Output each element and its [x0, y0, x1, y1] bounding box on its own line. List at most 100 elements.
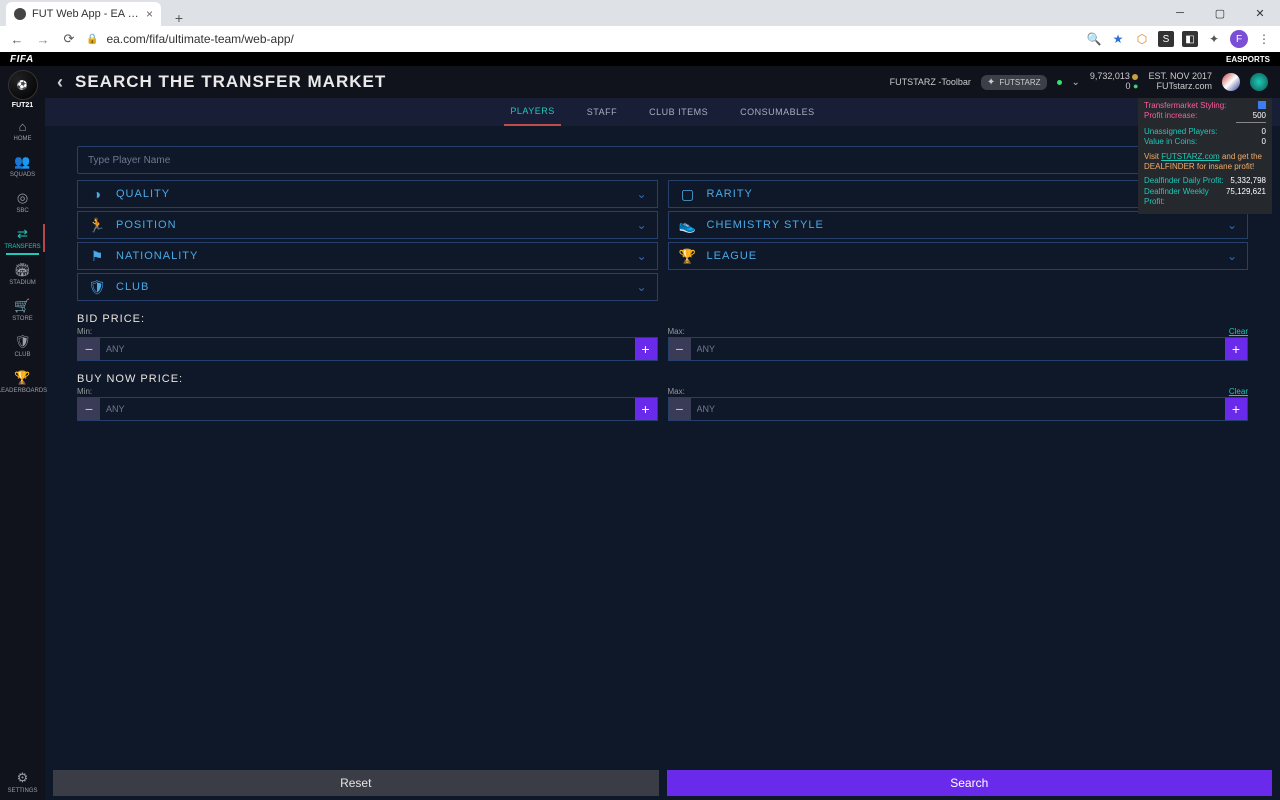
home-icon: ⌂ [19, 119, 27, 134]
stadium-icon: 🏟 [14, 262, 31, 278]
est-block: EST. NOV 2017 FUTstarz.com [1148, 72, 1212, 92]
decrement-button[interactable]: − [669, 398, 691, 420]
decrement-button[interactable]: − [78, 338, 100, 360]
toolbar-label: FUTSTARZ -Toolbar [890, 77, 971, 87]
quality-icon: ◑ [88, 186, 106, 202]
profit-increase-value: 500 [1236, 111, 1266, 122]
back-button[interactable]: ‹ [57, 72, 63, 93]
menu-icon[interactable]: ⋮ [1256, 31, 1272, 47]
address-bar: ← → ⟳ 🔒 ea.com/fifa/ultimate-team/web-ap… [0, 26, 1280, 52]
search-icon[interactable]: 🔍 [1086, 31, 1102, 47]
search-button[interactable]: Search [667, 770, 1273, 796]
sidebar-item-transfers[interactable]: ⇄TRANSFERS [0, 220, 45, 256]
forward-icon[interactable]: → [34, 32, 52, 47]
fut-token-icon[interactable] [1250, 73, 1268, 91]
sidebar-item-club[interactable]: 🛡CLUB [0, 328, 45, 364]
tab-players[interactable]: PLAYERS [504, 98, 560, 126]
styling-checkbox[interactable] [1258, 101, 1266, 109]
decrement-button[interactable]: − [669, 338, 691, 360]
chevron-down-icon: ⌄ [1227, 218, 1237, 232]
buynow-max-row: − + [668, 397, 1249, 421]
clear-buynow-link[interactable]: Clear [1229, 387, 1248, 396]
bid-min-input[interactable] [100, 338, 635, 360]
currency-block: 9,732,013 0 ● [1090, 72, 1139, 92]
app: ⚽ FUT21 ⌂HOME 👥SQUADS ◎SBC ⇄TRANSFERS 🏟S… [0, 66, 1280, 800]
club-icon: 🛡 [88, 279, 106, 296]
sidebar-item-store[interactable]: 🛒STORE [0, 292, 45, 328]
nationality-icon: ⚑ [88, 248, 106, 265]
chevron-down-icon: ⌄ [636, 280, 646, 294]
maximize-button[interactable]: ▢ [1200, 0, 1240, 26]
extension-icon[interactable]: ◧ [1182, 31, 1198, 47]
futstarz-badge[interactable]: ✦ FUTSTARZ [981, 75, 1047, 90]
filter-chemistry[interactable]: 👟CHEMISTRY STYLE⌄ [668, 211, 1249, 239]
sidebar-item-home[interactable]: ⌂HOME [0, 113, 45, 148]
store-icon: 🛒 [14, 298, 30, 314]
increment-button[interactable]: + [1225, 338, 1247, 360]
tab-club-items[interactable]: CLUB ITEMS [643, 98, 714, 126]
sidebar: ⚽ FUT21 ⌂HOME 👥SQUADS ◎SBC ⇄TRANSFERS 🏟S… [0, 66, 45, 800]
filter-position[interactable]: 🏃POSITION⌄ [77, 211, 658, 239]
buynow-price-block: BUY NOW PRICE: Min: − + Max:Clear − [77, 373, 1248, 421]
sidebar-item-sbc[interactable]: ◎SBC [0, 184, 45, 220]
filter-club[interactable]: 🛡CLUB⌄ [77, 273, 658, 301]
buynow-min-input[interactable] [100, 398, 635, 420]
window-controls: ─ ▢ ✕ [1160, 0, 1280, 26]
extension-icon[interactable]: ⬡ [1134, 31, 1150, 47]
sidebar-item-squads[interactable]: 👥SQUADS [0, 148, 45, 184]
player-name-input[interactable] [78, 155, 1210, 166]
bookmark-icon[interactable]: ★ [1110, 31, 1126, 47]
squads-icon: 👥 [14, 154, 30, 170]
bid-price-label: BID PRICE: [77, 313, 1248, 325]
futstarz-link[interactable]: FUTSTARZ.com [1161, 152, 1220, 161]
filter-col-left: ◑QUALITY⌄ 🏃POSITION⌄ ⚑NATIONALITY⌄ 🛡CLUB… [77, 180, 658, 301]
minimize-button[interactable]: ─ [1160, 0, 1200, 26]
position-icon: 🏃 [88, 217, 106, 234]
increment-button[interactable]: + [1225, 398, 1247, 420]
increment-button[interactable]: + [635, 338, 657, 360]
chevron-down-icon: ⌄ [636, 218, 646, 232]
extension-icon[interactable]: S [1158, 31, 1174, 47]
back-icon[interactable]: ← [8, 32, 26, 47]
close-button[interactable]: ✕ [1240, 0, 1280, 26]
chevron-down-icon[interactable]: ⌄ [1072, 77, 1080, 88]
daily-profit-label: Dealfinder Daily Profit: [1144, 176, 1224, 186]
filter-league[interactable]: 🏆LEAGUE⌄ [668, 242, 1249, 270]
tab-bar: FUT Web App - EA SPORTS Offic… × + ─ ▢ ✕ [0, 0, 1280, 26]
tabs: PLAYERS STAFF CLUB ITEMS CONSUMABLES [45, 98, 1280, 126]
search-area: 🔍 ◑QUALITY⌄ 🏃POSITION⌄ ⚑NATIONALITY⌄ 🛡CL… [45, 126, 1280, 800]
buynow-price-label: BUY NOW PRICE: [77, 373, 1248, 385]
sidebar-item-settings[interactable]: ⚙SETTINGS [0, 764, 45, 800]
extensions-icon[interactable]: ✦ [1206, 31, 1222, 47]
decrement-button[interactable]: − [78, 398, 100, 420]
browser-tab[interactable]: FUT Web App - EA SPORTS Offic… × [6, 2, 161, 26]
gear-icon: ⚙ [17, 770, 29, 786]
content: ‹ SEARCH THE TRANSFER MARKET FUTSTARZ -T… [45, 66, 1280, 800]
tab-consumables[interactable]: CONSUMABLES [734, 98, 821, 126]
url-text[interactable]: ea.com/fifa/ultimate-team/web-app/ [106, 32, 1078, 46]
coin-icon [1132, 74, 1138, 80]
max-label: Max: [668, 387, 685, 396]
reset-button[interactable]: Reset [53, 770, 659, 796]
fifa-top-bar: FIFA EASPORTS [0, 52, 1280, 66]
profile-avatar[interactable]: F [1230, 30, 1248, 48]
bid-max-input[interactable] [691, 338, 1226, 360]
filter-columns: ◑QUALITY⌄ 🏃POSITION⌄ ⚑NATIONALITY⌄ 🛡CLUB… [77, 180, 1248, 301]
filter-nationality[interactable]: ⚑NATIONALITY⌄ [77, 242, 658, 270]
sidebar-item-stadium[interactable]: 🏟STADIUM [0, 256, 45, 292]
filter-quality[interactable]: ◑QUALITY⌄ [77, 180, 658, 208]
valuecoins-value: 0 [1262, 137, 1266, 147]
sidebar-item-leaderboards[interactable]: 🏆LEADERBOARDS [0, 364, 45, 400]
new-tab-button[interactable]: + [167, 10, 191, 26]
reload-icon[interactable]: ⟳ [60, 31, 78, 47]
bid-min-row: − + [77, 337, 658, 361]
lock-icon: 🔒 [86, 34, 98, 45]
chevron-down-icon: ⌄ [636, 187, 646, 201]
tab-staff[interactable]: STAFF [581, 98, 623, 126]
clear-bid-link[interactable]: Clear [1229, 327, 1248, 336]
close-icon[interactable]: × [146, 7, 153, 21]
club-crest-icon[interactable] [1222, 73, 1240, 91]
increment-button[interactable]: + [635, 398, 657, 420]
bid-max-row: − + [668, 337, 1249, 361]
buynow-max-input[interactable] [691, 398, 1226, 420]
